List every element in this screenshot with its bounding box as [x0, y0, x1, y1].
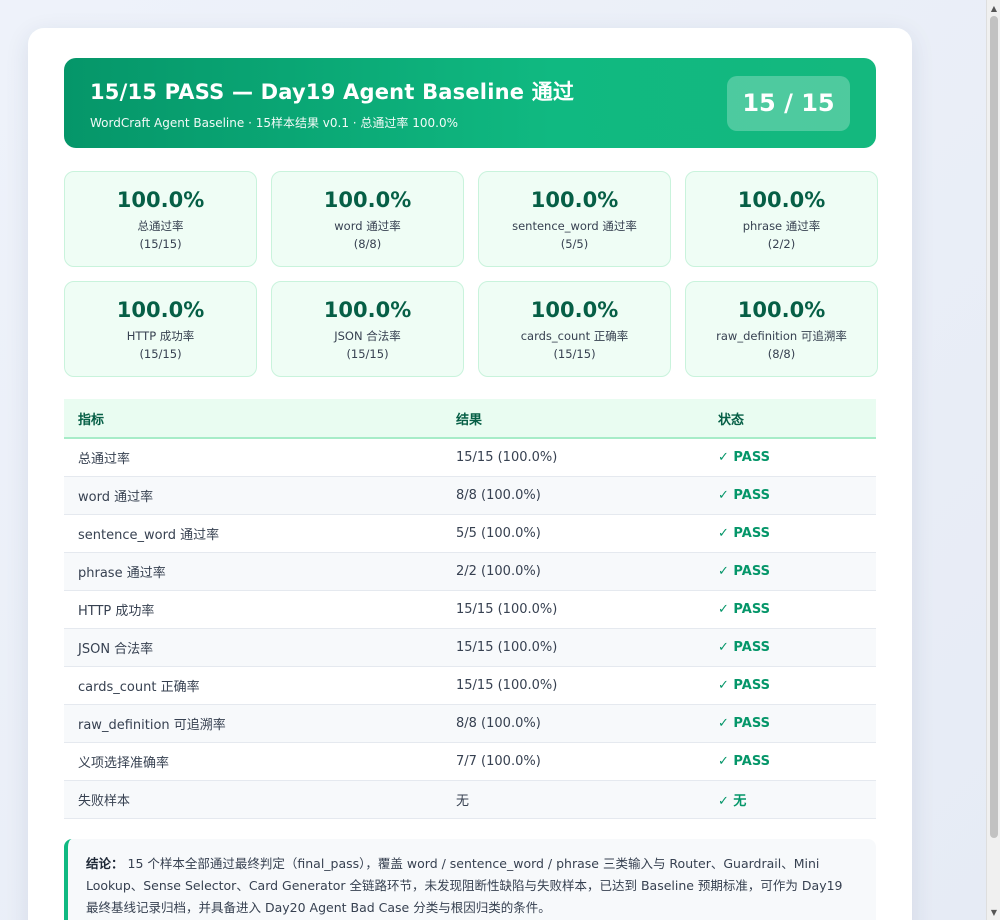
cell-status: ✓ PASS	[704, 704, 876, 743]
metric-value: 100.0%	[737, 297, 826, 322]
table-header-row: 指标 结果 状态	[64, 399, 876, 439]
cell-result: 7/7 (100.0%)	[442, 742, 704, 781]
table-row: cards_count 正确率 15/15 (100.0%) ✓ PASS	[64, 666, 876, 705]
cell-status: ✓ PASS	[704, 514, 876, 553]
metric-value: 100.0%	[116, 297, 205, 322]
cell-metric: 失败样本	[64, 780, 442, 819]
column-header-result: 结果	[442, 399, 704, 439]
cell-status: ✓ PASS	[704, 628, 876, 667]
cell-result: 15/15 (100.0%)	[442, 666, 704, 705]
metric-value: 100.0%	[323, 187, 412, 212]
metric-label: 总通过率	[137, 218, 184, 233]
cell-metric: phrase 通过率	[64, 552, 442, 591]
results-table: 指标 结果 状态 总通过率 15/15 (100.0%) ✓ PASS word…	[64, 399, 876, 819]
metric-value: 100.0%	[323, 297, 412, 322]
metric-card-sentence-word: 100.0% sentence_word 通过率 (5/5)	[478, 171, 671, 267]
table-row: sentence_word 通过率 5/5 (100.0%) ✓ PASS	[64, 514, 876, 553]
metric-label: JSON 合法率	[334, 328, 401, 343]
table-row: word 通过率 8/8 (100.0%) ✓ PASS	[64, 476, 876, 515]
cell-result: 15/15 (100.0%)	[442, 628, 704, 667]
metric-label: raw_definition 可追溯率	[716, 328, 847, 343]
cell-result: 15/15 (100.0%)	[442, 438, 704, 477]
metric-label: sentence_word 通过率	[512, 218, 637, 233]
cell-status: ✓ PASS	[704, 742, 876, 781]
cell-metric: cards_count 正确率	[64, 666, 442, 705]
table-row: 义项选择准确率 7/7 (100.0%) ✓ PASS	[64, 742, 876, 781]
metric-card-overall: 100.0% 总通过率 (15/15)	[64, 171, 257, 267]
metric-count: (15/15)	[553, 346, 596, 361]
metric-card-phrase: 100.0% phrase 通过率 (2/2)	[685, 171, 878, 267]
cell-result: 8/8 (100.0%)	[442, 704, 704, 743]
metric-count: (2/2)	[767, 236, 796, 251]
scroll-down-icon[interactable]: ▼	[987, 905, 1000, 919]
column-header-status: 状态	[704, 399, 876, 439]
banner-title: 15/15 PASS — Day19 Agent Baseline 通过	[90, 79, 575, 104]
conclusion-text: 15 个样本全部通过最终判定（final_pass），覆盖 word / sen…	[86, 855, 843, 915]
report-card: 15/15 PASS — Day19 Agent Baseline 通过 Wor…	[28, 28, 912, 920]
metric-label: phrase 通过率	[742, 218, 821, 233]
vertical-scrollbar[interactable]: ▲ ▼	[986, 0, 1000, 920]
column-header-metric: 指标	[64, 399, 442, 439]
cell-metric: raw_definition 可追溯率	[64, 704, 442, 743]
cell-result: 2/2 (100.0%)	[442, 552, 704, 591]
metric-count: (15/15)	[139, 346, 182, 361]
banner-text: 15/15 PASS — Day19 Agent Baseline 通过 Wor…	[90, 76, 574, 131]
banner-subtitle: WordCraft Agent Baseline · 15样本结果 v0.1 ·…	[90, 115, 458, 130]
scroll-thumb[interactable]	[990, 16, 998, 838]
table-row: phrase 通过率 2/2 (100.0%) ✓ PASS	[64, 552, 876, 591]
cell-metric: word 通过率	[64, 476, 442, 515]
metric-count: (15/15)	[139, 236, 182, 251]
cell-result: 5/5 (100.0%)	[442, 514, 704, 553]
metric-value: 100.0%	[530, 187, 619, 212]
cell-status: ✓ PASS	[704, 590, 876, 629]
result-banner: 15/15 PASS — Day19 Agent Baseline 通过 Wor…	[64, 58, 876, 148]
metric-count: (5/5)	[560, 236, 589, 251]
cell-metric: sentence_word 通过率	[64, 514, 442, 553]
metric-label: word 通过率	[334, 218, 401, 233]
cell-metric: HTTP 成功率	[64, 590, 442, 629]
table-row: HTTP 成功率 15/15 (100.0%) ✓ PASS	[64, 590, 876, 629]
metric-count: (8/8)	[353, 236, 382, 251]
cell-result: 15/15 (100.0%)	[442, 590, 704, 629]
table-row: raw_definition 可追溯率 8/8 (100.0%) ✓ PASS	[64, 704, 876, 743]
metric-value: 100.0%	[530, 297, 619, 322]
metric-value: 100.0%	[116, 187, 205, 212]
conclusion-box: 结论： 15 个样本全部通过最终判定（final_pass），覆盖 word /…	[64, 838, 876, 920]
table-row: 总通过率 15/15 (100.0%) ✓ PASS	[64, 438, 876, 477]
metrics-grid: 100.0% 总通过率 (15/15) 100.0% word 通过率 (8/8…	[64, 171, 878, 377]
cell-status: ✓ PASS	[704, 552, 876, 591]
metric-card-http: 100.0% HTTP 成功率 (15/15)	[64, 281, 257, 377]
metric-card-json: 100.0% JSON 合法率 (15/15)	[271, 281, 464, 377]
metric-card-word: 100.0% word 通过率 (8/8)	[271, 171, 464, 267]
table-row: 失败样本 无 ✓ 无	[64, 780, 876, 819]
table-row: JSON 合法率 15/15 (100.0%) ✓ PASS	[64, 628, 876, 667]
metric-card-cards-count: 100.0% cards_count 正确率 (15/15)	[478, 281, 671, 377]
scroll-up-icon[interactable]: ▲	[987, 1, 1000, 15]
cell-status: ✓ 无	[704, 780, 876, 819]
metric-card-raw-definition: 100.0% raw_definition 可追溯率 (8/8)	[685, 281, 878, 377]
cell-result: 无	[442, 780, 704, 819]
metric-count: (15/15)	[346, 346, 389, 361]
cell-status: ✓ PASS	[704, 438, 876, 477]
cell-metric: JSON 合法率	[64, 628, 442, 667]
score-badge: 15 / 15	[727, 75, 850, 131]
metric-value: 100.0%	[737, 187, 826, 212]
conclusion-label: 结论：	[86, 855, 124, 871]
metric-label: cards_count 正确率	[520, 328, 629, 343]
metric-label: HTTP 成功率	[126, 328, 195, 343]
cell-status: ✓ PASS	[704, 476, 876, 515]
cell-metric: 义项选择准确率	[64, 742, 442, 781]
cell-result: 8/8 (100.0%)	[442, 476, 704, 515]
cell-status: ✓ PASS	[704, 666, 876, 705]
metric-count: (8/8)	[767, 346, 796, 361]
cell-metric: 总通过率	[64, 438, 442, 477]
